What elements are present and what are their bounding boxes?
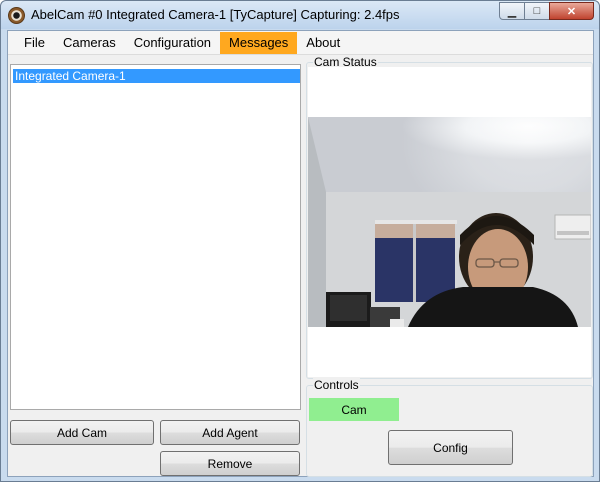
camera-list-item[interactable]: Integrated Camera-1 <box>13 69 300 83</box>
minimize-button[interactable]: ▁ <box>499 2 525 20</box>
menu-messages[interactable]: Messages <box>220 32 298 54</box>
add-cam-button[interactable]: Add Cam <box>10 420 154 445</box>
camera-feed-image <box>308 117 591 327</box>
client-area: File Cameras Configuration Messages Abou… <box>7 30 594 477</box>
caption-buttons: ▁ □ ✕ <box>499 2 594 21</box>
menu-about[interactable]: About <box>297 32 349 54</box>
cam-status-panel <box>308 67 591 377</box>
camera-feed-picture <box>308 117 591 327</box>
menu-configuration[interactable]: Configuration <box>125 32 220 54</box>
add-agent-button[interactable]: Add Agent <box>160 420 300 445</box>
maximize-icon: □ <box>533 5 541 17</box>
maximize-button[interactable]: □ <box>524 2 550 20</box>
menu-bar: File Cameras Configuration Messages Abou… <box>8 31 593 55</box>
menu-cameras[interactable]: Cameras <box>54 32 125 54</box>
close-icon: ✕ <box>566 5 577 18</box>
abelcam-eye-icon[interactable] <box>8 7 25 24</box>
app-window: AbelCam #0 Integrated Camera-1 [TyCaptur… <box>0 0 600 482</box>
remove-button[interactable]: Remove <box>160 451 300 476</box>
title-bar[interactable]: AbelCam #0 Integrated Camera-1 [TyCaptur… <box>1 1 599 29</box>
controls-label: Controls <box>313 378 360 392</box>
minimize-icon: ▁ <box>507 5 517 18</box>
close-button[interactable]: ✕ <box>549 2 594 20</box>
menu-file[interactable]: File <box>15 32 54 54</box>
cam-toggle-button[interactable]: Cam <box>309 398 399 421</box>
camera-list[interactable]: Integrated Camera-1 <box>10 64 301 410</box>
config-button[interactable]: Config <box>388 430 513 465</box>
window-title: AbelCam #0 Integrated Camera-1 [TyCaptur… <box>31 7 400 22</box>
